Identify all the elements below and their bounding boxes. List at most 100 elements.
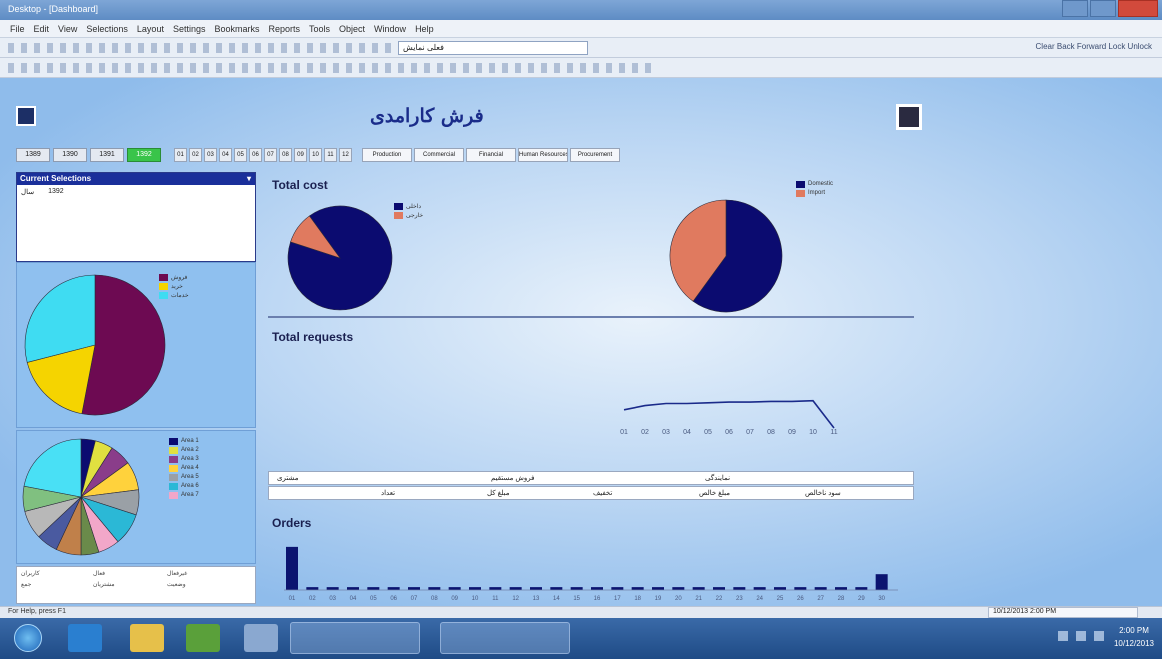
order-bar[interactable]: [306, 587, 319, 590]
month-filter-10[interactable]: 10: [309, 148, 322, 162]
order-bar[interactable]: [448, 587, 461, 590]
month-filter-01[interactable]: 01: [174, 148, 187, 162]
order-bar[interactable]: [550, 587, 563, 590]
requests-series-line[interactable]: [623, 399, 835, 429]
order-bar[interactable]: [855, 587, 868, 590]
legend-item[interactable]: Import: [796, 189, 833, 197]
year-filter-1391[interactable]: 1391: [90, 148, 124, 162]
order-bar[interactable]: [387, 587, 400, 590]
menu-item[interactable]: Edit: [34, 24, 50, 34]
legend-item[interactable]: Area 6: [169, 482, 199, 490]
legend-item[interactable]: Area 3: [169, 455, 199, 463]
month-filter-04[interactable]: 04: [219, 148, 232, 162]
cost-pie-1[interactable]: [280, 196, 400, 316]
order-bar[interactable]: [428, 587, 441, 590]
menu-item[interactable]: Reports: [269, 24, 301, 34]
orders-bar-chart[interactable]: 01 02 03 04 05 06 07 08 09 10 11 12 13 14 15 16 17 18 19 20…: [278, 534, 908, 604]
start-button[interactable]: [14, 624, 42, 652]
unit-filter-button[interactable]: Production: [362, 148, 412, 162]
order-bar[interactable]: [631, 587, 644, 590]
month-filter-03[interactable]: 03: [204, 148, 217, 162]
taskbar-window-button[interactable]: [440, 622, 570, 654]
unit-filter-button[interactable]: Human Resources: [518, 148, 568, 162]
menu-item[interactable]: Tools: [309, 24, 330, 34]
menu-item[interactable]: Object: [339, 24, 365, 34]
month-filter-09[interactable]: 09: [294, 148, 307, 162]
close-button[interactable]: [1118, 0, 1158, 17]
menu-item[interactable]: Help: [415, 24, 434, 34]
legend-item[interactable]: Area 2: [169, 446, 199, 454]
order-bar[interactable]: [713, 587, 725, 590]
legend-item[interactable]: خارجی: [394, 211, 423, 219]
order-bar[interactable]: [835, 587, 847, 590]
order-bar[interactable]: [875, 574, 888, 590]
area-pie-chart[interactable]: [17, 431, 257, 565]
chevron-down-icon[interactable]: ▾: [247, 173, 251, 185]
settings-logo-icon[interactable]: [896, 104, 922, 130]
order-bar[interactable]: [753, 587, 766, 590]
app-icon[interactable]: [244, 624, 278, 652]
unit-filter-button[interactable]: Financial: [466, 148, 516, 162]
order-bar[interactable]: [733, 587, 746, 590]
month-filter-05[interactable]: 05: [234, 148, 247, 162]
selection-combo[interactable]: فعلی نمایش: [398, 41, 588, 55]
menu-item[interactable]: Bookmarks: [214, 24, 259, 34]
order-bar[interactable]: [814, 587, 827, 590]
menu-item[interactable]: Window: [374, 24, 406, 34]
unit-filter-button[interactable]: Procurement: [570, 148, 620, 162]
order-bar[interactable]: [672, 587, 685, 590]
order-bar[interactable]: [347, 587, 359, 590]
volume-icon[interactable]: [1076, 631, 1086, 641]
year-filter-1392[interactable]: 1392: [127, 148, 161, 162]
order-bar[interactable]: [774, 587, 786, 590]
order-bar[interactable]: [408, 587, 420, 590]
legend-item[interactable]: Area 4: [169, 464, 199, 472]
month-filter-12[interactable]: 12: [339, 148, 352, 162]
flag-icon[interactable]: [1094, 631, 1104, 641]
menu-item[interactable]: File: [10, 24, 25, 34]
month-filter-02[interactable]: 02: [189, 148, 202, 162]
order-bar[interactable]: [570, 587, 583, 590]
summary-listbox[interactable]: کاربران فعال غیرفعال جمع مشتریان وضعیت: [16, 566, 256, 604]
order-bar[interactable]: [611, 587, 624, 590]
cost-pie-2[interactable]: [666, 194, 786, 314]
taskbar-clock[interactable]: 2:00 PM 10/12/2013: [1112, 624, 1156, 650]
order-bar[interactable]: [489, 587, 502, 590]
year-filter-1390[interactable]: 1390: [53, 148, 87, 162]
legend-item[interactable]: داخلی: [394, 202, 423, 210]
legend-item[interactable]: Area 7: [169, 491, 199, 499]
unit-filter-button[interactable]: Commercial: [414, 148, 464, 162]
menu-item[interactable]: Selections: [86, 24, 128, 34]
month-filter-07[interactable]: 07: [264, 148, 277, 162]
month-filter-08[interactable]: 08: [279, 148, 292, 162]
legend-item[interactable]: خرید: [159, 282, 189, 290]
taskbar-window-button[interactable]: [290, 622, 420, 654]
category-pie-chart[interactable]: [17, 263, 257, 429]
browser-icon[interactable]: [68, 624, 102, 652]
order-bar[interactable]: [530, 587, 542, 590]
design-toolbar-icons[interactable]: [8, 63, 658, 73]
menu-item[interactable]: Settings: [173, 24, 206, 34]
media-icon[interactable]: [186, 624, 220, 652]
selection-row[interactable]: سال 1392: [17, 185, 255, 199]
legend-item[interactable]: فروش: [159, 273, 189, 281]
legend-item[interactable]: Domestic: [796, 180, 833, 188]
toolbar-right-actions[interactable]: Clear Back Forward Lock Unlock: [1036, 42, 1152, 51]
menu-item[interactable]: Layout: [137, 24, 164, 34]
month-filter-06[interactable]: 06: [249, 148, 262, 162]
network-icon[interactable]: [1058, 631, 1068, 641]
order-bar[interactable]: [469, 587, 481, 590]
order-bar[interactable]: [591, 587, 603, 590]
order-bar[interactable]: [692, 587, 705, 590]
order-bar[interactable]: [367, 587, 380, 590]
menu-item[interactable]: View: [58, 24, 77, 34]
folder-icon[interactable]: [130, 624, 164, 652]
order-bar[interactable]: [326, 587, 339, 590]
order-bar[interactable]: [652, 587, 664, 590]
year-filter-1389[interactable]: 1389: [16, 148, 50, 162]
requests-line-chart[interactable]: 01 02 03 04 05 06 07 08 09 10 11: [268, 346, 914, 466]
minimize-button[interactable]: [1062, 0, 1088, 17]
legend-item[interactable]: خدمات: [159, 291, 189, 299]
maximize-button[interactable]: [1090, 0, 1116, 17]
legend-item[interactable]: Area 5: [169, 473, 199, 481]
